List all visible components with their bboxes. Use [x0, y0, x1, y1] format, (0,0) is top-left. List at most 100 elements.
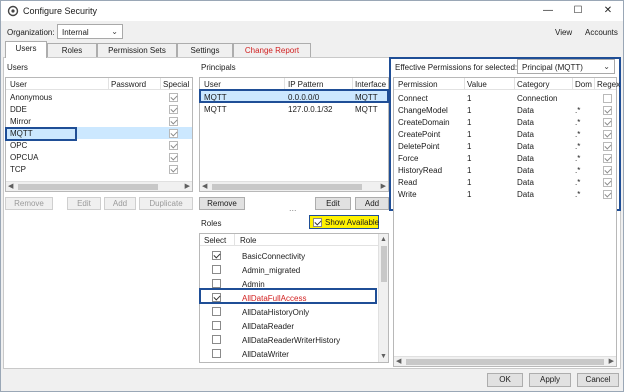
splitter-grip[interactable]: ...: [289, 203, 297, 213]
user-row[interactable]: TCP: [6, 163, 192, 175]
ok-label: OK: [499, 375, 511, 384]
user-name: OPC: [10, 141, 28, 150]
permission-row[interactable]: CreateDomain 1 Data .*: [394, 116, 616, 128]
role-row[interactable]: BasicConnectivity: [200, 249, 388, 263]
show-available-checkbox[interactable]: Show Available: [309, 215, 379, 229]
user-name: Mirror: [10, 117, 31, 126]
chevron-down-icon: ⌄: [111, 27, 118, 36]
close-button[interactable]: ✕: [597, 3, 619, 19]
principals-hscrollbar[interactable]: ◀ ▶: [200, 181, 388, 191]
users-hscrollbar[interactable]: ◀ ▶: [6, 181, 192, 191]
regex-checkbox: [603, 154, 612, 163]
col-principal-user: User: [204, 80, 221, 89]
role-select-checkbox[interactable]: [212, 251, 221, 260]
permission-dom: .*: [575, 178, 581, 187]
role-row[interactable]: Admin_migrated: [200, 263, 388, 277]
edit-principal-button[interactable]: Edit: [315, 197, 351, 210]
users-section-title: Users: [7, 63, 28, 72]
user-row[interactable]: OPCUA: [6, 151, 192, 163]
role-select-checkbox[interactable]: [212, 335, 221, 344]
scroll-thumb[interactable]: [381, 246, 387, 282]
principal-row[interactable]: MQTT 127.0.0.1/32 MQTT: [200, 103, 388, 115]
permission-name: Read: [398, 178, 418, 187]
menu-view[interactable]: View: [555, 28, 572, 37]
scroll-up-icon[interactable]: ▲: [380, 235, 387, 245]
scroll-right-icon[interactable]: ▶: [185, 182, 190, 192]
scroll-left-icon[interactable]: ◀: [8, 182, 13, 192]
user-row[interactable]: Mirror: [6, 115, 192, 127]
tab-users[interactable]: Users: [5, 41, 47, 58]
tab-settings[interactable]: Settings: [177, 43, 233, 57]
user-row[interactable]: DDE: [6, 103, 192, 115]
role-select-checkbox[interactable]: [212, 321, 221, 330]
cancel-button[interactable]: Cancel: [577, 373, 619, 387]
cancel-label: Cancel: [585, 375, 611, 384]
regex-checkbox: [603, 106, 612, 115]
apply-button[interactable]: Apply: [529, 373, 571, 387]
permission-category: Data: [517, 166, 534, 175]
scroll-down-icon[interactable]: ▼: [380, 352, 387, 362]
edit-user-label: Edit: [77, 199, 91, 208]
scroll-right-icon[interactable]: ▶: [381, 182, 386, 192]
effective-for-select[interactable]: Principal (MQTT) ⌄: [517, 59, 615, 74]
tab-change-report[interactable]: Change Report: [233, 43, 311, 57]
role-row[interactable]: AllDataReaderWriterHistory: [200, 333, 388, 347]
permission-value: 1: [467, 178, 472, 187]
col-role: Role: [240, 236, 257, 245]
add-principal-button[interactable]: Add: [355, 197, 389, 210]
permission-row[interactable]: Connect 1 Connection: [394, 92, 616, 104]
add-principal-label: Add: [364, 199, 380, 208]
scroll-thumb[interactable]: [406, 359, 604, 365]
permission-value: 1: [467, 142, 472, 151]
permission-row[interactable]: CreatePoint 1 Data .*: [394, 128, 616, 140]
add-user-button[interactable]: Add: [104, 197, 136, 210]
scroll-left-icon[interactable]: ◀: [202, 182, 207, 192]
user-row[interactable]: Anonymous: [6, 91, 192, 103]
maximize-button[interactable]: ☐: [567, 3, 589, 19]
scroll-left-icon[interactable]: ◀: [396, 357, 401, 367]
remove-principal-label: Remove: [207, 199, 237, 208]
effective-header: Permission Value Category Dom Regex: [394, 78, 620, 90]
col-password: Password: [111, 80, 147, 89]
role-row[interactable]: AllDataWriter: [200, 347, 388, 361]
ok-button[interactable]: OK: [487, 373, 523, 387]
effective-hscrollbar[interactable]: ◀ ▶: [394, 356, 616, 366]
tab-roles[interactable]: Roles: [47, 43, 97, 57]
organization-select[interactable]: Internal ⌄: [57, 24, 123, 39]
edit-user-button[interactable]: Edit: [67, 197, 101, 210]
col-regex: Regex: [597, 80, 621, 89]
remove-principal-button[interactable]: Remove: [199, 197, 245, 210]
role-row[interactable]: AllDataHistoryOnly: [200, 305, 388, 319]
permission-row[interactable]: Read 1 Data .*: [394, 176, 616, 188]
user-name: TCP: [10, 165, 26, 174]
scroll-thumb[interactable]: [212, 184, 362, 190]
scroll-thumb[interactable]: [18, 184, 158, 190]
edit-principal-label: Edit: [326, 199, 340, 208]
regex-checkbox: [603, 166, 612, 175]
remove-user-button[interactable]: Remove: [5, 197, 53, 210]
role-row[interactable]: AllDataReader: [200, 319, 388, 333]
effective-permissions-list: Permission Value Category Dom Regex Conn…: [393, 77, 620, 367]
roles-vscrollbar[interactable]: ▲ ▼: [378, 234, 388, 362]
tab-permission-sets[interactable]: Permission Sets: [97, 43, 177, 57]
permission-dom: .*: [575, 190, 581, 199]
role-select-checkbox[interactable]: [212, 279, 221, 288]
duplicate-user-button[interactable]: Duplicate: [139, 197, 193, 210]
permission-row[interactable]: ChangeModel 1 Data .*: [394, 104, 616, 116]
permission-row[interactable]: Write 1 Data .*: [394, 188, 616, 200]
permission-row[interactable]: DeletePoint 1 Data .*: [394, 140, 616, 152]
regex-checkbox: [603, 94, 612, 103]
effective-for-value: Principal (MQTT): [522, 63, 583, 72]
scroll-right-icon[interactable]: ▶: [609, 357, 614, 367]
permission-value: 1: [467, 118, 472, 127]
menu-accounts[interactable]: Accounts: [585, 28, 618, 37]
minimize-button[interactable]: —: [537, 3, 559, 19]
role-select-checkbox[interactable]: [212, 265, 221, 274]
role-select-checkbox[interactable]: [212, 349, 221, 358]
permission-row[interactable]: HistoryRead 1 Data .*: [394, 164, 616, 176]
principal-ip: 127.0.0.1/32: [288, 105, 333, 114]
duplicate-user-label: Duplicate: [149, 199, 183, 208]
role-name: AllDataWriter: [242, 350, 289, 359]
permission-row[interactable]: Force 1 Data .*: [394, 152, 616, 164]
role-select-checkbox[interactable]: [212, 307, 221, 316]
